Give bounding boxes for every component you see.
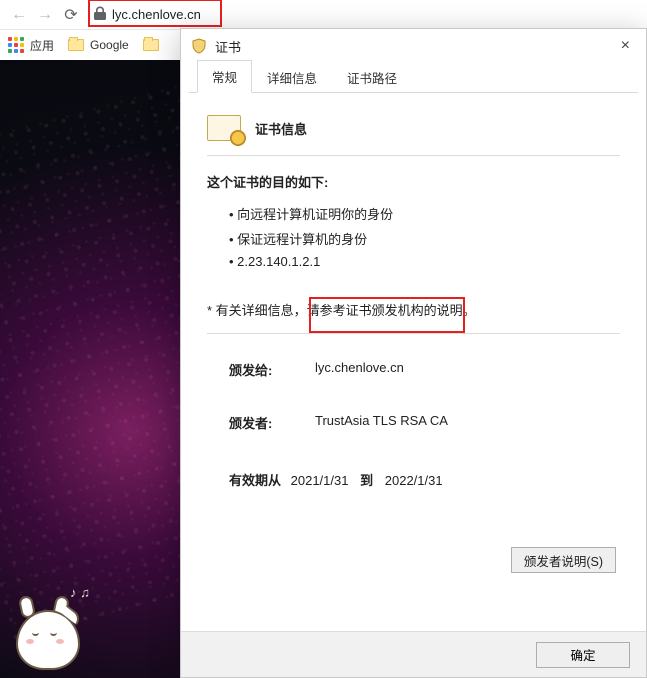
dialog-titlebar: 证书 × (181, 29, 646, 63)
purpose-list: • 向远程计算机证明你的身份 • 保证远程计算机的身份 • 2.23.140.1… (229, 201, 620, 272)
divider (207, 333, 620, 334)
tab-general[interactable]: 常规 (197, 60, 252, 93)
valid-from-label: 有效期从 (229, 473, 281, 488)
purpose-title: 这个证书的目的如下: (207, 172, 620, 191)
close-icon[interactable]: × (615, 37, 636, 55)
purpose-item: • 保证远程计算机的身份 (229, 226, 620, 251)
tab-details[interactable]: 详细信息 (252, 61, 332, 93)
dialog-footer: 确定 (181, 631, 646, 677)
purpose-item: • 向远程计算机证明你的身份 (229, 201, 620, 226)
folder-icon (68, 39, 84, 51)
valid-to-label: 到 (360, 473, 373, 488)
valid-to-date: 2022/1/31 (385, 473, 443, 488)
bookmark-folder[interactable] (143, 39, 159, 51)
forward-button[interactable]: → (32, 3, 58, 27)
dialog-title: 证书 (215, 37, 241, 56)
validity-row: 有效期从 2021/1/31 到 2022/1/31 (229, 470, 620, 489)
certificate-icon (207, 115, 241, 141)
mascot-character: ♪ ♫ (4, 574, 92, 670)
issued-to-value: lyc.chenlove.cn (315, 360, 620, 379)
browser-toolbar: ← → ⟳ lyc.chenlove.cn (0, 0, 647, 30)
bookmark-folder-google[interactable]: Google (68, 38, 129, 52)
valid-from-date: 2021/1/31 (291, 473, 349, 488)
button-row: 颁发者说明(S) (207, 547, 620, 573)
purpose-item: • 2.23.140.1.2.1 (229, 251, 620, 272)
issuer-value: TrustAsia TLS RSA CA (315, 413, 620, 432)
apps-shortcut[interactable]: 应用 (8, 37, 54, 54)
issuer-label: 颁发者: (229, 413, 315, 432)
ok-button[interactable]: 确定 (536, 642, 630, 668)
back-button[interactable]: ← (6, 3, 32, 27)
folder-icon (143, 39, 159, 51)
certificate-dialog: 证书 × 常规 详细信息 证书路径 证书信息 这个证书的目的如下: • 向远程计… (180, 28, 647, 678)
apps-label: 应用 (30, 37, 54, 54)
issuer-statement-button[interactable]: 颁发者说明(S) (511, 547, 616, 573)
dialog-body: 证书信息 这个证书的目的如下: • 向远程计算机证明你的身份 • 保证远程计算机… (181, 93, 646, 631)
tab-row: 常规 详细信息 证书路径 (189, 63, 638, 93)
issued-to-label: 颁发给: (229, 360, 315, 379)
tab-cert-path[interactable]: 证书路径 (332, 61, 412, 93)
divider (207, 155, 620, 156)
apps-grid-icon (8, 37, 24, 53)
issued-to-row: 颁发给: lyc.chenlove.cn (207, 352, 620, 387)
reload-button[interactable]: ⟳ (58, 3, 84, 27)
bookmark-label: Google (90, 38, 129, 52)
shield-icon (191, 38, 207, 54)
lock-icon (94, 6, 106, 23)
url-text: lyc.chenlove.cn (112, 7, 201, 22)
issuer-row: 颁发者: TrustAsia TLS RSA CA (207, 405, 620, 440)
cert-info-header: 证书信息 (207, 115, 620, 141)
address-bar[interactable]: lyc.chenlove.cn (94, 4, 201, 26)
cert-note: * 有关详细信息，请参考证书颁发机构的说明。 (207, 300, 620, 319)
cert-info-title: 证书信息 (255, 119, 307, 138)
